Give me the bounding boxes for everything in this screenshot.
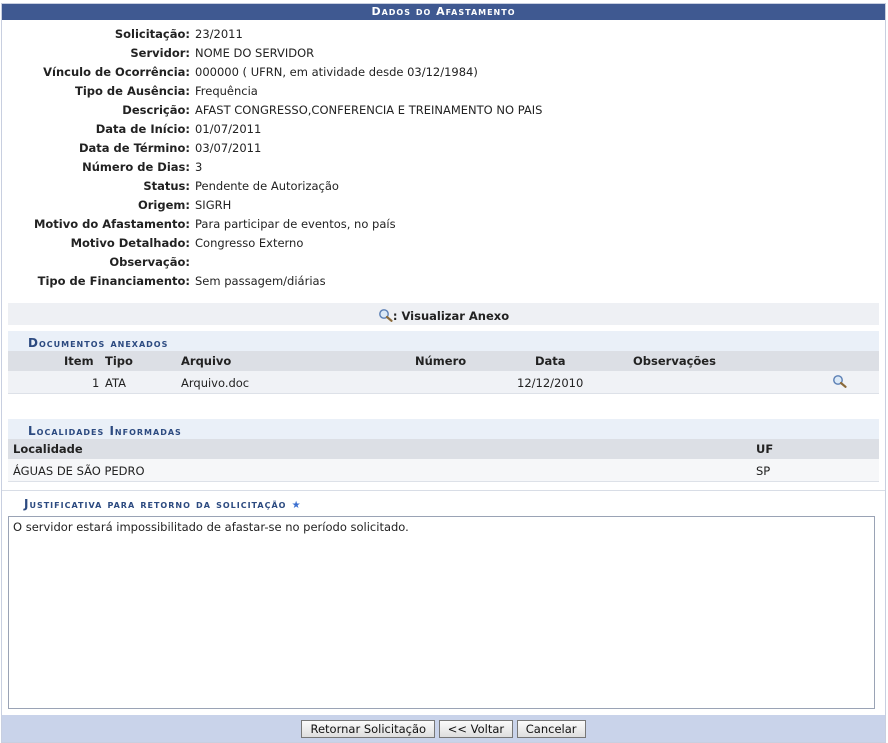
documentos-section: Documentos anexados Item Tipo Arquivo Nú… [2,331,885,394]
field-numero-dias: Número de Dias: 3 [82,160,203,174]
field-origem: Origem: SIGRH [137,198,232,212]
col-numero: Número [415,354,467,368]
documentos-header: Item Tipo Arquivo Número Data Observaçõe… [8,351,879,371]
localidades-title: Localidades Informadas [8,419,879,439]
field-tipo-financiamento: Tipo de Financiamento: Sem passagem/diári… [37,274,326,288]
field-motivo-afastamento: Motivo do Afastamento: Para participar de… [33,217,396,231]
field-data-termino: Data de Término: 03/07/2011 [78,141,262,155]
required-star-icon: ★ [291,500,302,511]
col-localidade: Localidade [13,442,83,456]
panel-title: Dados do Afastamento [2,4,885,20]
col-data: Data [535,354,566,368]
col-observacoes: Observações [633,354,716,368]
justificativa-section: Justificativa para retorno da solicitaçã… [2,490,885,709]
field-motivo-detalhado: Motivo Detalhado: Congresso Externo [70,236,304,250]
voltar-button[interactable]: << Voltar [438,720,514,738]
justificativa-label: Justificativa para retorno da solicitaçã… [24,497,287,511]
cancelar-button[interactable]: Cancelar [516,720,586,738]
documentos-title: Documentos anexados [8,331,879,351]
field-data-inicio: Data de Início: 01/07/2011 [95,122,262,136]
field-tipo-ausencia: Tipo de Ausência: Frequência [75,84,258,98]
visualizar-anexo-link[interactable]: : Visualizar Anexo [8,303,879,325]
cell-item: 1 [92,376,100,390]
col-uf: UF [756,442,774,456]
col-arquivo: Arquivo [181,354,232,368]
cell-uf: SP [756,464,771,478]
field-servidor: Servidor: NOME DO SERVIDOR [130,46,315,60]
justificativa-title: Justificativa para retorno da solicitaçã… [2,491,885,513]
field-vinculo: Vínculo de Ocorrência: 000000 ( UFRN, em … [43,65,478,79]
details-list: Solicitação: 23/2011 Servidor: NOME DO SER… [2,20,885,291]
localidades-header: Localidade UF [8,439,879,459]
col-item: Item [64,354,94,368]
col-tipo: Tipo [105,354,133,368]
justificativa-textarea[interactable]: O servidor estará impossibilitado de afa… [8,516,875,709]
field-status: Status: Pendente de Autorização [143,179,339,193]
cell-tipo: ATA [105,376,126,390]
field-observacao: Observação: [109,255,190,269]
cell-localidade: ÁGUAS DE SÃO PEDRO [13,464,145,478]
retornar-solicitacao-button[interactable]: Retornar Solicitação [301,720,436,738]
cell-arquivo: Arquivo.doc [181,376,250,390]
afastamento-panel: Dados do Afastamento Solicitação: 23/2011… [1,3,886,743]
visualizar-anexo-label: : Visualizar Anexo [392,309,510,323]
table-row: 1 ATA Arquivo.doc 12/12/2010 [8,371,879,394]
magnifier-icon [378,305,393,331]
button-bar: Retornar Solicitação << Voltar Cancelar [2,715,885,742]
field-descricao: Descrição: AFAST CONGRESSO,CONFERENCIA E … [122,103,543,117]
field-solicitacao: Solicitação: 23/2011 [114,27,243,41]
localidades-section: Localidades Informadas Localidade UF ÁGU… [2,419,885,482]
cell-data: 12/12/2010 [517,376,584,390]
table-row: ÁGUAS DE SÃO PEDRO SP [8,459,879,482]
view-document-magnifier-icon[interactable] [832,374,847,388]
